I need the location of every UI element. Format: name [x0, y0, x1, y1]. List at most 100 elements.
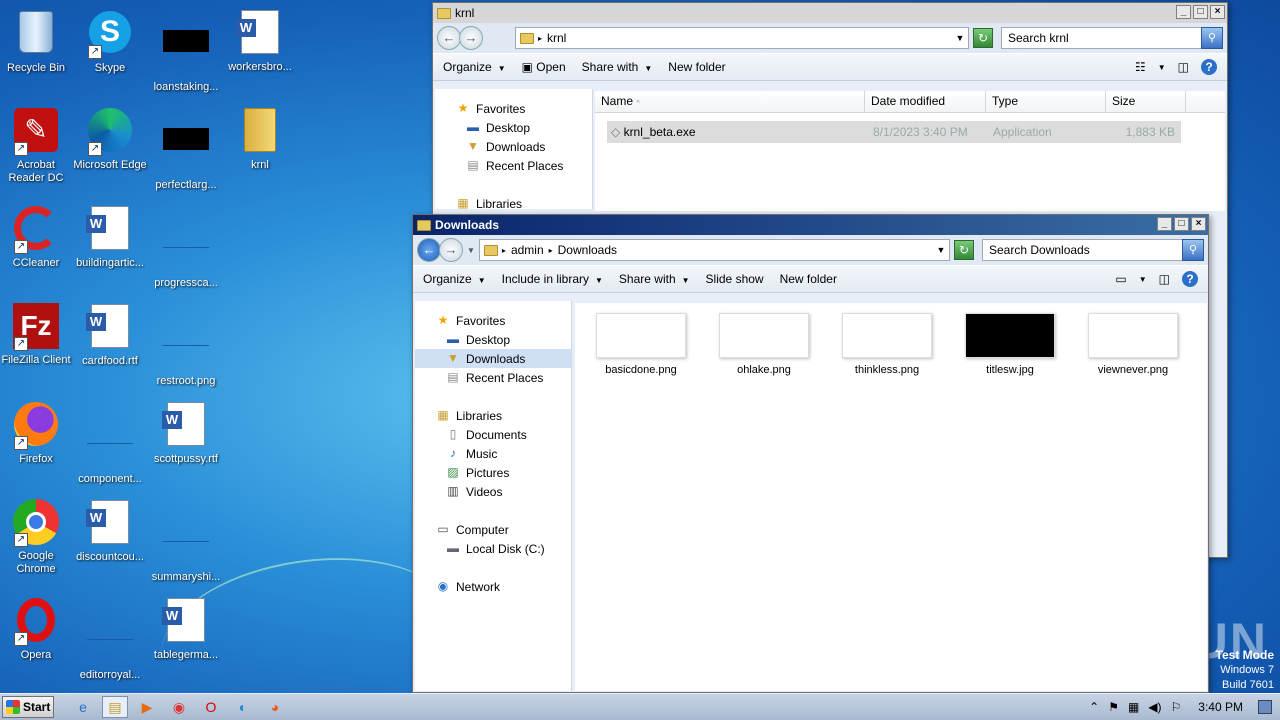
open-button[interactable]: ▣ Open	[522, 60, 566, 74]
nav-videos[interactable]: ▥ Videos	[415, 482, 571, 501]
action-center-icon[interactable]: ⚑	[1108, 700, 1119, 714]
back-button[interactable]: ←	[437, 26, 461, 50]
slide-show-button[interactable]: Slide show	[706, 272, 764, 286]
organize-button[interactable]: Organize ▼	[423, 272, 486, 286]
nav-documents[interactable]: ▯ Documents	[415, 425, 571, 444]
file-row[interactable]: ◇ krnl_beta.exe 8/1/2023 3:40 PM Applica…	[607, 121, 1181, 143]
file-thumbnail[interactable]: basicdone.png	[591, 313, 691, 376]
opera-icon[interactable]: O	[198, 696, 224, 718]
close-button[interactable]: ×	[1191, 217, 1206, 231]
downloads-titlebar[interactable]: Downloads _ □ ×	[413, 215, 1208, 235]
refresh-button[interactable]: ↻	[954, 240, 974, 260]
desktop-icon-acrobat-reader-dc[interactable]: ✎ ↗ Acrobat Reader DC	[0, 106, 74, 185]
column-name[interactable]: Name ^	[595, 91, 865, 112]
flag-tray-icon[interactable]: ⚐	[1171, 700, 1182, 714]
new-folder-button[interactable]: New folder	[668, 60, 725, 74]
forward-button[interactable]: →	[459, 26, 483, 50]
ie-icon[interactable]: e	[70, 696, 96, 718]
nav-libraries[interactable]: ▦ Libraries	[415, 406, 571, 425]
view-options-icon[interactable]: ☷	[1135, 60, 1146, 74]
downloads-address-bar[interactable]: ▸ admin ▸ Downloads ▼	[478, 239, 950, 261]
breadcrumb-arrow-icon[interactable]: ▸	[549, 246, 553, 255]
desktop-icon-editorroyal[interactable]: editorroyal...	[72, 596, 148, 682]
network-tray-icon[interactable]: ▦	[1128, 700, 1139, 714]
file-thumbnail[interactable]: thinkless.png	[837, 313, 937, 376]
clock[interactable]: 3:40 PM	[1198, 700, 1243, 714]
desktop-icon-scottpussy-rtf[interactable]: Wscottpussy.rtf	[148, 400, 224, 466]
chrome-icon[interactable]: ◉	[166, 696, 192, 718]
chevron-down-icon[interactable]: ▼	[1158, 63, 1166, 72]
nav-computer[interactable]: ▭ Computer	[415, 520, 571, 539]
explorer-icon[interactable]: ▤	[102, 696, 128, 718]
desktop-icon-discountcou[interactable]: Wdiscountcou...	[72, 498, 148, 564]
downloads-search-input[interactable]: Search Downloads ⚲	[982, 239, 1204, 261]
include-in-library-button[interactable]: Include in library ▼	[502, 272, 603, 286]
desktop-icon-microsoft-edge[interactable]: ↗ Microsoft Edge	[72, 106, 148, 172]
desktop-icon-firefox[interactable]: ↗ Firefox	[0, 400, 74, 466]
nav-libraries[interactable]: ▦ Libraries	[435, 194, 592, 210]
share-with-button[interactable]: Share with ▼	[582, 60, 653, 74]
desktop-icon-buildingartic[interactable]: Wbuildingartic...	[72, 204, 148, 270]
firefox-icon[interactable]: ◕	[262, 696, 288, 718]
share-with-button[interactable]: Share with ▼	[619, 272, 690, 286]
desktop-icon-summaryshi[interactable]: summaryshi...	[148, 498, 224, 584]
show-desktop-icon[interactable]	[1258, 700, 1272, 714]
chevron-down-icon[interactable]: ▼	[952, 33, 968, 43]
minimize-button[interactable]: _	[1176, 5, 1191, 19]
desktop-icon-restroot-png[interactable]: restroot.png	[148, 302, 224, 388]
maximize-button[interactable]: □	[1174, 217, 1189, 231]
preview-pane-icon[interactable]: ◫	[1178, 60, 1189, 74]
search-icon[interactable]: ⚲	[1182, 239, 1204, 261]
krnl-titlebar[interactable]: krnl _ □ ×	[433, 3, 1227, 23]
nav-favorites[interactable]: ★ Favorites	[435, 99, 592, 118]
desktop-icon-tablegerma[interactable]: Wtablegerma...	[148, 596, 224, 662]
help-icon[interactable]: ?	[1201, 59, 1217, 75]
edge-icon[interactable]: ◐	[230, 696, 256, 718]
help-icon[interactable]: ?	[1182, 271, 1198, 287]
nav-downloads[interactable]: ▼ Downloads	[415, 349, 571, 368]
krnl-search-input[interactable]: Search krnl ⚲	[1001, 27, 1223, 49]
column-date-modified[interactable]: Date modified	[865, 91, 986, 112]
minimize-button[interactable]: _	[1157, 217, 1172, 231]
column-type[interactable]: Type	[986, 91, 1106, 112]
desktop-icon-workersbro[interactable]: Wworkersbro...	[222, 8, 298, 74]
nav-music[interactable]: ♪ Music	[415, 444, 571, 463]
krnl-address-bar[interactable]: ▸ krnl ▼	[515, 27, 969, 49]
organize-button[interactable]: Organize ▼	[443, 60, 506, 74]
column-size[interactable]: Size	[1106, 91, 1186, 112]
file-thumbnail[interactable]: viewnever.png	[1083, 313, 1183, 376]
nav-network[interactable]: ◉ Network	[415, 577, 571, 596]
desktop-icon-perfectlarg[interactable]: perfectlarg...	[148, 106, 224, 192]
recent-pages-chevron-icon[interactable]: ▼	[467, 246, 475, 255]
nav-local-disk[interactable]: ▬ Local Disk (C:)	[415, 539, 571, 558]
desktop-icon-google-chrome[interactable]: ↗ Google Chrome	[0, 498, 74, 576]
nav-desktop[interactable]: ▬ Desktop	[415, 330, 571, 349]
desktop-icon-progressca[interactable]: progressca...	[148, 204, 224, 290]
desktop-icon-krnl[interactable]: krnl	[222, 106, 298, 172]
back-button[interactable]: ←	[417, 238, 441, 262]
media-player-icon[interactable]: ▶	[134, 696, 160, 718]
nav-downloads[interactable]: ▼ Downloads	[435, 137, 592, 156]
view-options-icon[interactable]: ▭	[1115, 272, 1126, 286]
nav-desktop[interactable]: ▬ Desktop	[435, 118, 592, 137]
close-button[interactable]: ×	[1210, 5, 1225, 19]
maximize-button[interactable]: □	[1193, 5, 1208, 19]
breadcrumb-downloads[interactable]: Downloads	[558, 243, 617, 257]
start-button[interactable]: Start	[2, 696, 54, 718]
nav-recent-places[interactable]: ▤ Recent Places	[435, 156, 592, 175]
desktop-icon-filezilla-client[interactable]: Fz ↗ FileZilla Client	[0, 302, 74, 367]
desktop-icon-ccleaner[interactable]: ↗ CCleaner	[0, 204, 74, 270]
file-thumbnail[interactable]: ohlake.png	[714, 313, 814, 376]
preview-pane-icon[interactable]: ◫	[1159, 272, 1170, 286]
search-icon[interactable]: ⚲	[1201, 27, 1223, 49]
desktop-icon-loanstaking[interactable]: loanstaking...	[148, 8, 224, 94]
breadcrumb-admin[interactable]: admin	[511, 243, 544, 257]
forward-button[interactable]: →	[439, 238, 463, 262]
nav-favorites[interactable]: ★ Favorites	[415, 311, 571, 330]
volume-icon[interactable]: ◀)	[1148, 700, 1161, 714]
desktop-icon-recycle-bin[interactable]: Recycle Bin	[0, 8, 74, 75]
nav-pictures[interactable]: ▨ Pictures	[415, 463, 571, 482]
chevron-down-icon[interactable]: ▼	[1139, 275, 1147, 284]
desktop-icon-skype[interactable]: S ↗ Skype	[72, 8, 148, 75]
downloads-window[interactable]: Downloads _ □ × ← → ▼ ▸ admin ▸ Download…	[412, 214, 1209, 693]
